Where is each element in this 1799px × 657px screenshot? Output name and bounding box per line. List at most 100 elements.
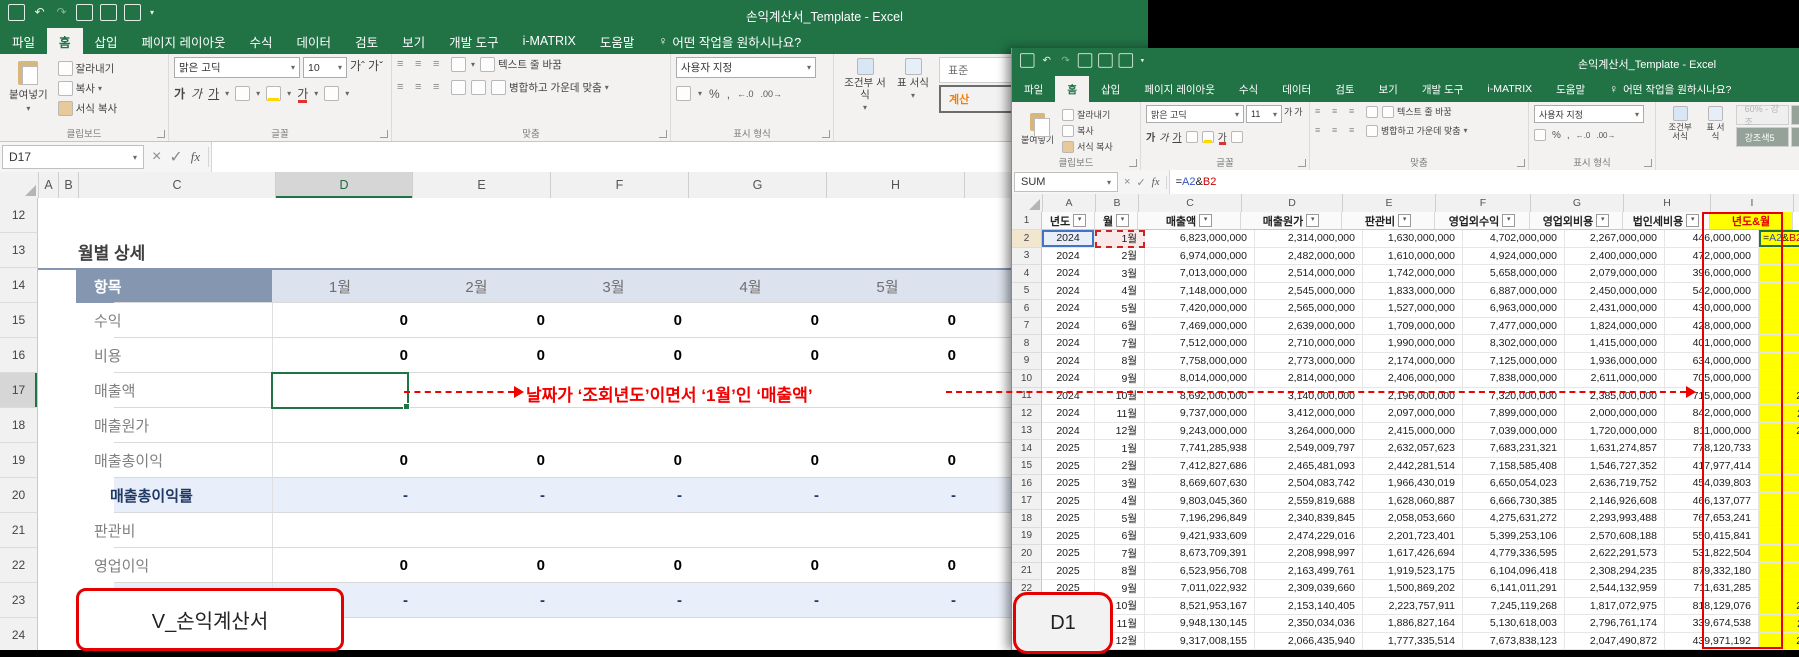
save-icon[interactable] bbox=[1020, 53, 1034, 67]
cell[interactable] bbox=[819, 513, 978, 548]
column-header-A[interactable]: A bbox=[1043, 194, 1096, 212]
cell[interactable]: 2,293,993,488 bbox=[1565, 510, 1665, 528]
cell[interactable]: 2,000,000,000 bbox=[1565, 405, 1665, 423]
column-header-C[interactable]: C bbox=[1139, 194, 1242, 212]
cell[interactable]: 2,079,000,000 bbox=[1565, 265, 1665, 283]
cell[interactable]: - bbox=[272, 478, 430, 513]
cell[interactable]: 7월 bbox=[1095, 545, 1145, 563]
cell[interactable]: 4월 bbox=[1095, 283, 1145, 301]
cell[interactable]: 5월 bbox=[1095, 510, 1145, 528]
tab-menu[interactable]: i-MATRIX bbox=[511, 28, 588, 54]
cell[interactable]: 396,000,000 bbox=[1665, 265, 1759, 283]
filter-dropdown-icon[interactable]: ▾ bbox=[1306, 214, 1319, 227]
column-header-F[interactable]: F bbox=[1436, 194, 1531, 212]
align-center-icon[interactable]: ≡ bbox=[415, 82, 428, 93]
font-color-icon[interactable]: 가 bbox=[1218, 129, 1227, 144]
cell[interactable]: 202510월 bbox=[1759, 598, 1799, 616]
cell[interactable]: 2,474,229,016 bbox=[1255, 528, 1363, 546]
format-as-table-button[interactable]: 표 서식▾ bbox=[891, 57, 935, 101]
cell[interactable]: - bbox=[545, 583, 704, 618]
cell[interactable]: 2,632,057,623 bbox=[1363, 440, 1463, 458]
insert-function-icon[interactable]: fx bbox=[191, 149, 200, 165]
cell[interactable]: 2,097,000,000 bbox=[1363, 405, 1463, 423]
cell[interactable]: 7,477,000,000 bbox=[1463, 318, 1565, 336]
cell[interactable]: 2,308,294,235 bbox=[1565, 563, 1665, 581]
cell[interactable]: 4,275,631,272 bbox=[1463, 510, 1565, 528]
cell[interactable]: 202411월 bbox=[1759, 405, 1799, 423]
cell[interactable]: 0 bbox=[408, 548, 567, 583]
decrease-decimal-button[interactable]: .00→ bbox=[1596, 131, 1615, 140]
cell[interactable]: 2,549,009,797 bbox=[1255, 440, 1363, 458]
cell[interactable] bbox=[408, 513, 567, 548]
cell[interactable]: 711,631,285 bbox=[1665, 580, 1759, 598]
cell[interactable]: 2025 bbox=[1042, 528, 1095, 546]
row-header-23[interactable]: 23 bbox=[0, 583, 38, 618]
column-header-E[interactable]: E bbox=[1343, 194, 1436, 212]
cell[interactable]: 2,622,291,573 bbox=[1565, 545, 1665, 563]
cell[interactable]: 1,833,000,000 bbox=[1363, 283, 1463, 301]
cell[interactable]: 2024 bbox=[1042, 283, 1095, 301]
column-header-C[interactable]: C bbox=[79, 172, 276, 198]
cell[interactable]: 2,544,132,959 bbox=[1565, 580, 1665, 598]
row-header-13[interactable]: 13 bbox=[1012, 423, 1042, 441]
cell[interactable]: 0 bbox=[682, 338, 841, 373]
cell[interactable]: 842,000,000 bbox=[1665, 405, 1759, 423]
cell[interactable]: 0 bbox=[408, 303, 567, 338]
cell[interactable]: 1,631,274,857 bbox=[1565, 440, 1665, 458]
align-left-icon[interactable]: ≡ bbox=[397, 82, 410, 93]
cell[interactable]: 1,617,426,694 bbox=[1363, 545, 1463, 563]
cell[interactable]: 20247월 bbox=[1759, 335, 1799, 353]
row-header-15[interactable]: 15 bbox=[0, 303, 38, 338]
cell[interactable]: 9,737,000,000 bbox=[1145, 405, 1255, 423]
cell[interactable]: 11월 bbox=[1095, 405, 1145, 423]
row-header-10[interactable]: 10 bbox=[1012, 370, 1042, 388]
table-header-item[interactable]: 항목 bbox=[76, 270, 290, 303]
cell[interactable]: 2025 bbox=[1042, 510, 1095, 528]
cancel-icon[interactable]: × bbox=[152, 148, 161, 166]
cell[interactable]: 2024 bbox=[1042, 353, 1095, 371]
filter-header-영업외수익[interactable]: 영업외수익▾ bbox=[1435, 212, 1530, 230]
accounting-format-icon[interactable] bbox=[1534, 129, 1546, 141]
cell[interactable]: 3,264,000,000 bbox=[1255, 423, 1363, 441]
cell[interactable]: 2024 bbox=[1042, 335, 1095, 353]
cell[interactable]: 7,741,285,938 bbox=[1145, 440, 1255, 458]
cell[interactable]: 1,709,000,000 bbox=[1363, 318, 1463, 336]
cell[interactable]: 1월 bbox=[1095, 440, 1145, 458]
row-header-1[interactable]: 1 bbox=[1012, 212, 1042, 230]
table-header-month[interactable]: 5월 bbox=[819, 270, 956, 303]
table-header-month[interactable]: 2월 bbox=[408, 270, 545, 303]
font-name-select[interactable]: 맑은 고딕▾ bbox=[1146, 105, 1244, 123]
cell[interactable]: 7,013,000,000 bbox=[1145, 265, 1255, 283]
redo-icon[interactable]: ↷ bbox=[1059, 54, 1072, 67]
cell[interactable] bbox=[545, 408, 704, 443]
cell[interactable]: 7,469,000,000 bbox=[1145, 318, 1255, 336]
tab-menu[interactable]: 수식 bbox=[238, 28, 285, 54]
row-header-18[interactable]: 18 bbox=[0, 408, 38, 443]
cell[interactable]: 7,420,000,000 bbox=[1145, 300, 1255, 318]
cell[interactable]: 20258월 bbox=[1759, 563, 1799, 581]
paste-special-icon[interactable] bbox=[100, 4, 117, 21]
cell[interactable] bbox=[408, 408, 567, 443]
cell[interactable]: 2,504,083,742 bbox=[1255, 475, 1363, 493]
cell[interactable]: 0 bbox=[272, 338, 430, 373]
cell[interactable]: 20254월 bbox=[1759, 493, 1799, 511]
cell[interactable]: 1,886,827,164 bbox=[1363, 615, 1463, 633]
cell[interactable]: 7,039,000,000 bbox=[1463, 423, 1565, 441]
cell[interactable]: 634,000,000 bbox=[1665, 353, 1759, 371]
column-header-H[interactable]: H bbox=[1624, 194, 1711, 212]
tab-menu[interactable]: 삽입 bbox=[83, 28, 130, 54]
cell[interactable]: 1,546,727,352 bbox=[1565, 458, 1665, 476]
cell[interactable]: 20248월 bbox=[1759, 353, 1799, 371]
cell[interactable]: 2,153,140,405 bbox=[1255, 598, 1363, 616]
cell[interactable]: - bbox=[682, 478, 841, 513]
row-header-24[interactable]: 24 bbox=[0, 618, 38, 650]
row-header-17[interactable]: 17 bbox=[0, 373, 38, 408]
cell[interactable] bbox=[682, 513, 841, 548]
wrap-text-button[interactable]: 텍스트 줄 바꿈 bbox=[1382, 105, 1452, 118]
cell[interactable] bbox=[545, 513, 704, 548]
cell[interactable]: 5,399,253,106 bbox=[1463, 528, 1565, 546]
cell[interactable]: 6,523,956,708 bbox=[1145, 563, 1255, 581]
cell[interactable]: =A2&B2 bbox=[1759, 230, 1799, 248]
cell[interactable]: 7,412,827,686 bbox=[1145, 458, 1255, 476]
cell[interactable]: 7,196,296,849 bbox=[1145, 510, 1255, 528]
